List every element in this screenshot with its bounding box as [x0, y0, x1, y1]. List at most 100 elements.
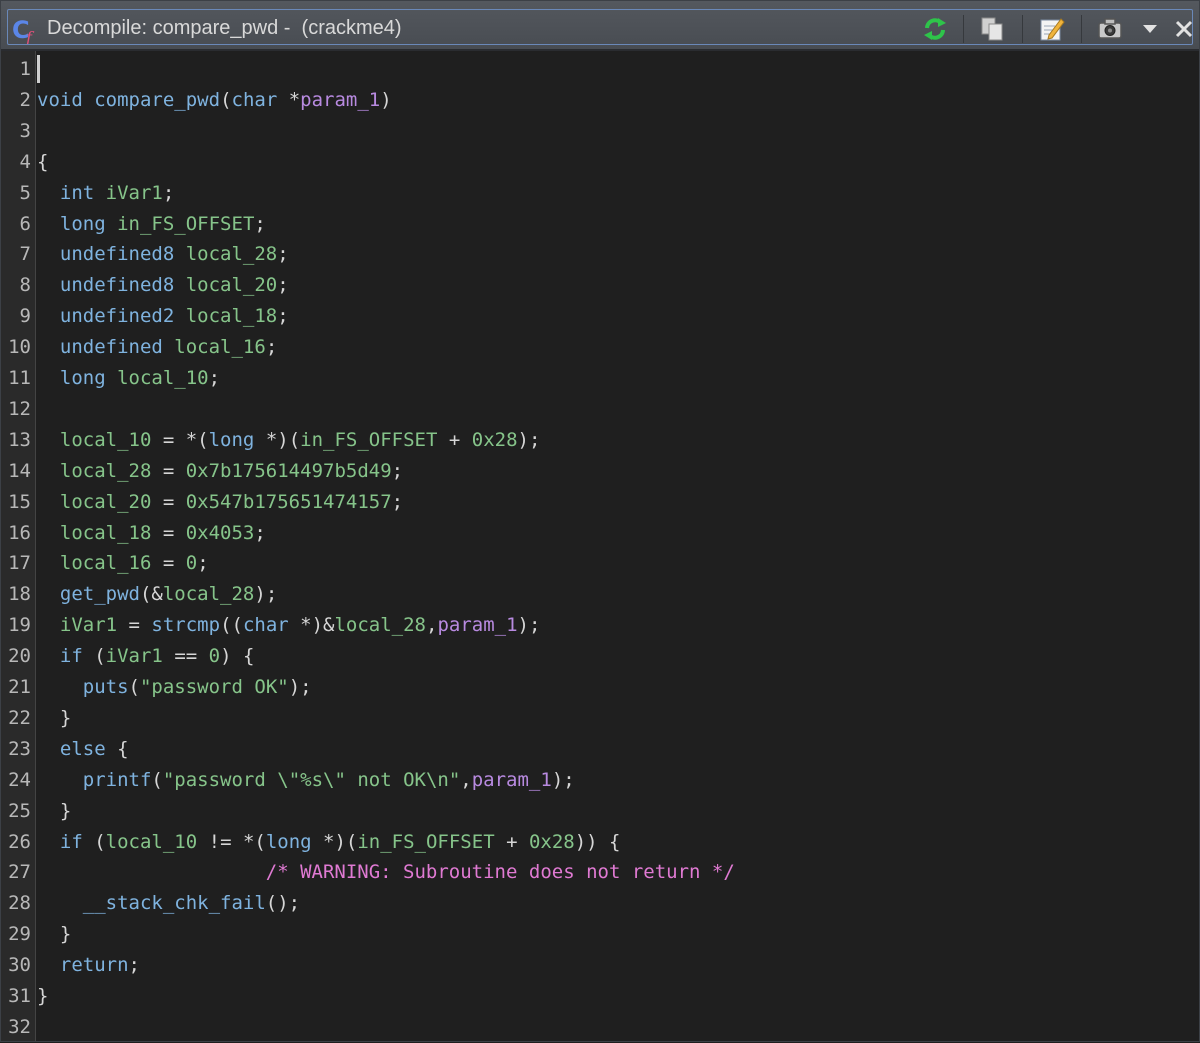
close-button[interactable]: [1171, 14, 1197, 44]
code-line[interactable]: undefined8 local_28;: [37, 239, 289, 270]
variable-token[interactable]: local_28: [60, 460, 152, 482]
snapshot-button[interactable]: [1095, 14, 1125, 44]
type-token[interactable]: int: [60, 182, 94, 204]
type-token[interactable]: undefined8: [60, 243, 174, 265]
code-line[interactable]: local_28 = 0x7b175614497b5d49;: [37, 456, 403, 487]
parameter-token[interactable]: param_1: [300, 89, 380, 111]
punctuation-token: ;: [197, 552, 209, 575]
code-line[interactable]: long local_10;: [37, 363, 220, 394]
punctuation-token: *: [277, 88, 301, 111]
code-line[interactable]: }: [37, 919, 71, 950]
edit-button[interactable]: [1037, 14, 1067, 44]
punctuation-token: [37, 305, 60, 327]
parameter-token[interactable]: param_1: [472, 769, 552, 791]
copy-button[interactable]: [977, 14, 1007, 44]
variable-token[interactable]: local_16: [60, 552, 152, 574]
line-number: 7: [19, 243, 31, 266]
keyword-token[interactable]: if: [60, 645, 83, 667]
variable-token[interactable]: in_FS_OFFSET: [117, 213, 254, 235]
code-line[interactable]: undefined8 local_20;: [37, 270, 289, 301]
variable-token[interactable]: local_16: [174, 336, 266, 358]
menu-dropdown-button[interactable]: [1137, 14, 1163, 44]
punctuation-token: [37, 522, 60, 544]
variable-token[interactable]: local_10: [60, 429, 152, 451]
variable-token[interactable]: in_FS_OFFSET: [300, 429, 437, 451]
type-token[interactable]: undefined: [60, 336, 163, 358]
code-line[interactable]: void compare_pwd(char *param_1): [37, 85, 392, 116]
type-token[interactable]: undefined8: [60, 274, 174, 296]
type-token[interactable]: long: [60, 367, 106, 389]
refresh-button[interactable]: [920, 14, 950, 44]
punctuation-token: [37, 583, 60, 605]
code-line[interactable]: iVar1 = strcmp((char *)&local_28,param_1…: [37, 610, 541, 641]
copy-icon: [981, 17, 1003, 41]
code-line[interactable]: int iVar1;: [37, 178, 174, 209]
variable-token[interactable]: local_10: [117, 367, 209, 389]
code-line[interactable]: if (iVar1 == 0) {: [37, 641, 255, 672]
code-line[interactable]: get_pwd(&local_28);: [37, 579, 277, 610]
code-line[interactable]: __stack_chk_fail();: [37, 888, 300, 919]
function-token[interactable]: __stack_chk_fail: [83, 892, 266, 914]
code-line[interactable]: long in_FS_OFFSET;: [37, 209, 266, 240]
function-token[interactable]: printf: [83, 769, 152, 791]
function-token[interactable]: puts: [83, 676, 129, 698]
type-token[interactable]: char: [243, 614, 289, 636]
number-token: 0x28: [471, 428, 518, 451]
keyword-token[interactable]: return: [60, 954, 129, 976]
code-line[interactable]: return;: [37, 950, 140, 981]
type-token[interactable]: long: [60, 213, 106, 235]
code-line[interactable]: else {: [37, 734, 129, 765]
punctuation-token: [106, 367, 117, 389]
code-area[interactable]: void compare_pwd(char *param_1) { int iVa…: [36, 51, 1199, 1041]
punctuation-token: [37, 213, 60, 235]
code-line[interactable]: }: [37, 703, 71, 734]
type-token[interactable]: long: [266, 831, 312, 853]
type-token[interactable]: char: [232, 89, 278, 111]
code-line[interactable]: {: [37, 147, 48, 178]
type-token[interactable]: long: [209, 429, 255, 451]
variable-token[interactable]: in_FS_OFFSET: [357, 831, 494, 853]
code-line[interactable]: }: [37, 981, 48, 1012]
number-token: 0x547b175651474157: [185, 490, 392, 513]
function-token[interactable]: get_pwd: [60, 583, 140, 605]
punctuation-token: (: [151, 768, 163, 791]
variable-token[interactable]: local_28: [163, 583, 255, 605]
code-line[interactable]: puts("password OK");: [37, 672, 312, 703]
code-line[interactable]: local_18 = 0x4053;: [37, 518, 266, 549]
variable-token[interactable]: local_28: [186, 243, 278, 265]
keyword-token[interactable]: if: [60, 831, 83, 853]
punctuation-token: {: [37, 150, 49, 173]
variable-token[interactable]: local_20: [186, 274, 278, 296]
code-line[interactable]: /* WARNING: Subroutine does not return *…: [37, 857, 735, 888]
function-token[interactable]: compare_pwd: [94, 89, 220, 111]
function-token[interactable]: strcmp: [151, 614, 220, 636]
variable-token[interactable]: local_18: [60, 522, 152, 544]
code-line[interactable]: }: [37, 796, 71, 827]
close-icon: [1175, 20, 1193, 38]
variable-token[interactable]: iVar1: [106, 182, 163, 204]
variable-token[interactable]: local_18: [186, 305, 278, 327]
punctuation-token: (: [82, 830, 106, 853]
code-line[interactable]: local_20 = 0x547b175651474157;: [37, 487, 403, 518]
line-number: 1: [19, 58, 31, 80]
type-token[interactable]: undefined2: [60, 305, 174, 327]
line-number: 32: [8, 1015, 31, 1038]
code-line[interactable]: local_16 = 0;: [37, 548, 209, 579]
code-line[interactable]: if (local_10 != *(long *)(in_FS_OFFSET +…: [37, 827, 621, 858]
variable-token[interactable]: iVar1: [106, 645, 163, 667]
code-line[interactable]: undefined2 local_18;: [37, 301, 289, 332]
punctuation-token: [37, 552, 60, 574]
parameter-token[interactable]: param_1: [437, 614, 517, 636]
decompiler-editor[interactable]: 1 2 3 4 5 6 7 8 9 10 11 12 13 14 15 16 17 18 19 20 21 22 23 24 2…: [1, 51, 1199, 1041]
variable-token[interactable]: local_10: [106, 831, 198, 853]
code-line[interactable]: local_10 = *(long *)(in_FS_OFFSET + 0x28…: [37, 425, 541, 456]
variable-token[interactable]: local_28: [334, 614, 426, 636]
code-line[interactable]: undefined local_16;: [37, 332, 277, 363]
keyword-token[interactable]: void: [37, 89, 83, 111]
variable-token[interactable]: iVar1: [60, 614, 117, 636]
punctuation-token: = *(: [151, 428, 209, 451]
variable-token[interactable]: local_20: [60, 491, 152, 513]
keyword-token[interactable]: else: [60, 738, 106, 760]
menu-dropdown-icon: [1143, 25, 1157, 33]
code-line[interactable]: printf("password \"%s\" not OK\n",param_…: [37, 765, 575, 796]
